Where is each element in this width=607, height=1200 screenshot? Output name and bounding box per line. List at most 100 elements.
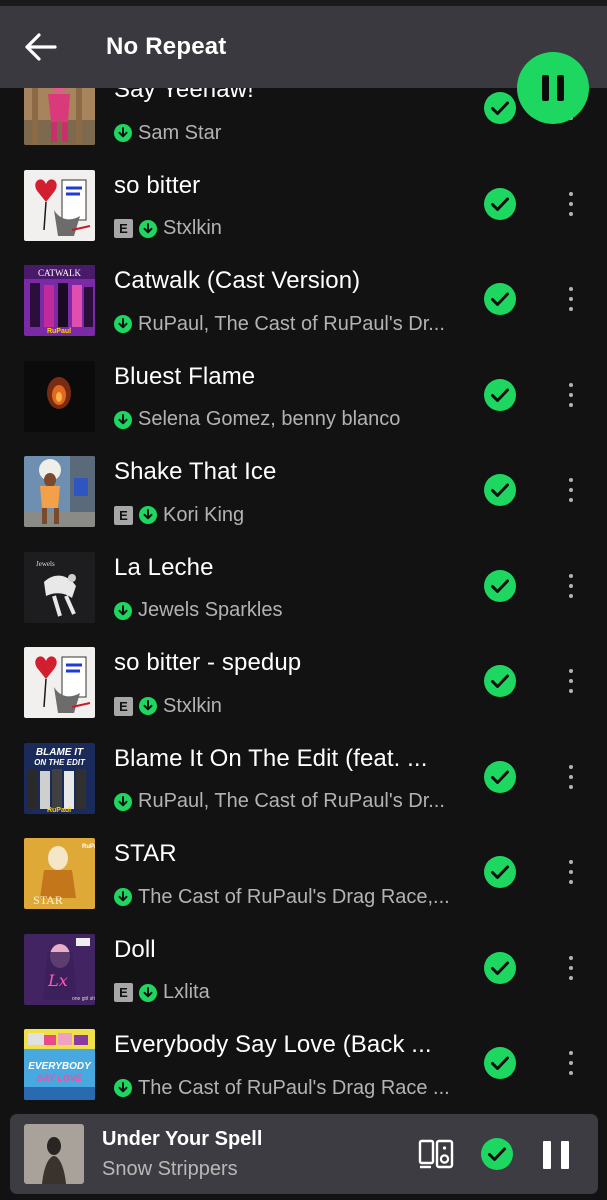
- track-title: so bitter - spedup: [114, 649, 302, 676]
- check-circle-icon[interactable]: [483, 473, 517, 507]
- track-subtitle: RuPaul, The Cast of RuPaul's Dr...: [114, 311, 445, 337]
- track-artist: The Cast of RuPaul's Drag Race ...: [138, 1076, 450, 1099]
- track-row[interactable]: BLAME IT ON THE EDIT RuPaul Blame It On The…: [0, 742, 607, 841]
- page-title: No Repeat: [106, 33, 227, 60]
- more-vertical-icon[interactable]: [556, 470, 586, 510]
- svg-text:CATWALK: CATWALK: [38, 268, 81, 278]
- more-vertical-icon[interactable]: [556, 1043, 586, 1083]
- pause-icon[interactable]: [543, 1141, 569, 1169]
- explicit-badge: E: [114, 983, 133, 1002]
- track-subtitle: Selena Gomez, benny blanco: [114, 407, 400, 433]
- track-title: Blame It On The Edit (feat. ...: [114, 744, 428, 772]
- more-vertical-icon[interactable]: [556, 948, 586, 988]
- album-art: Jewels: [24, 551, 95, 623]
- check-circle-icon[interactable]: [480, 1137, 514, 1171]
- check-circle-icon[interactable]: [483, 91, 517, 125]
- explicit-badge: E: [114, 696, 133, 716]
- check-circle-icon[interactable]: [483, 282, 517, 316]
- download-done-icon: [139, 219, 157, 238]
- track-subtitle: The Cast of RuPaul's Drag Race,...: [114, 884, 450, 910]
- svg-text:Lx: Lx: [47, 971, 68, 990]
- download-done-icon: [114, 1079, 132, 1097]
- album-art: [24, 456, 95, 527]
- track-row[interactable]: Lx one girl show Doll E Lxlita: [0, 933, 607, 1032]
- track-artist: Jewels Sparkles: [138, 599, 283, 621]
- track-subtitle: Jewels Sparkles: [114, 598, 283, 624]
- track-subtitle: RuPaul, The Cast of RuPaul's Dr...: [114, 789, 445, 815]
- check-circle-icon[interactable]: [483, 378, 517, 412]
- more-vertical-icon[interactable]: [556, 375, 586, 415]
- download-done-icon: [114, 601, 132, 620]
- track-row[interactable]: STAR RuPaul STAR The Cast of RuPaul's Drag …: [0, 838, 607, 936]
- svg-text:EVERYBODY: EVERYBODY: [28, 1061, 92, 1072]
- track-artist: RuPaul, The Cast of RuPaul's Dr...: [138, 790, 445, 812]
- pause-icon: [542, 75, 549, 101]
- track-title: Shake That Ice: [114, 458, 277, 485]
- track-subtitle: E Stxlkin: [114, 216, 222, 242]
- download-done-icon: [114, 888, 132, 906]
- download-done-icon: [114, 315, 132, 333]
- more-vertical-icon[interactable]: [556, 757, 586, 797]
- check-circle-icon[interactable]: [483, 760, 517, 794]
- track-title: so bitter: [114, 171, 201, 199]
- track-subtitle: E Lxlita: [114, 980, 210, 1006]
- album-art: STAR RuPaul: [24, 838, 95, 909]
- track-title: Everybody Say Love (Back ...: [114, 1031, 432, 1058]
- track-row[interactable]: Say Yeehaw! Sam Star: [0, 88, 607, 172]
- track-artist: Selena Gomez, benny blanco: [138, 408, 401, 430]
- more-vertical-icon[interactable]: [556, 566, 586, 606]
- now-playing-bar[interactable]: Under Your Spell Snow Strippers: [10, 1114, 598, 1194]
- device-speaker-icon[interactable]: [418, 1138, 454, 1170]
- track-title: La Leche: [114, 553, 214, 581]
- track-artist: The Cast of RuPaul's Drag Race,...: [138, 885, 450, 908]
- more-vertical-icon[interactable]: [556, 661, 586, 701]
- more-vertical-icon[interactable]: [556, 184, 586, 224]
- track-row[interactable]: Jewels La Leche Jewels Sparkles: [0, 551, 607, 650]
- back-button[interactable]: [0, 6, 80, 88]
- track-title: Bluest Flame: [114, 362, 256, 390]
- check-circle-icon[interactable]: [483, 187, 517, 221]
- now-playing-artist: Snow Strippers: [102, 1158, 238, 1180]
- more-vertical-icon[interactable]: [556, 852, 586, 892]
- track-title: Catwalk (Cast Version): [114, 267, 361, 294]
- svg-text:RuPaul: RuPaul: [47, 328, 71, 335]
- track-artist: Lxlita: [163, 981, 210, 1003]
- now-playing-artwork: [24, 1124, 84, 1184]
- check-circle-icon[interactable]: [483, 1046, 517, 1080]
- track-row[interactable]: Bluest Flame Selena Gomez, benny blanco: [0, 360, 607, 459]
- svg-text:RuPaul: RuPaul: [82, 844, 95, 850]
- svg-text:ON THE EDIT: ON THE EDIT: [34, 758, 86, 767]
- check-circle-icon[interactable]: [483, 951, 517, 985]
- track-subtitle: E Kori King: [114, 502, 244, 528]
- album-art: CATWALK RuPaul: [24, 265, 95, 336]
- check-circle-icon[interactable]: [483, 569, 517, 603]
- download-done-icon: [114, 410, 132, 429]
- track-title: Say Yeehaw!: [114, 88, 254, 103]
- track-row[interactable]: Shake That Ice E Kori King: [0, 456, 607, 554]
- check-circle-icon[interactable]: [483, 855, 517, 889]
- album-art: EVERYBODY SAY LOVE: [24, 1029, 95, 1100]
- track-artist: Sam Star: [138, 121, 222, 144]
- track-artist: Stxlkin: [163, 694, 222, 717]
- check-circle-icon[interactable]: [483, 664, 517, 698]
- download-done-icon: [139, 697, 157, 715]
- top-bar: No Repeat: [0, 6, 607, 88]
- album-art: BLAME IT ON THE EDIT RuPaul: [24, 742, 95, 814]
- explicit-badge: E: [114, 505, 133, 525]
- track-row[interactable]: so bitter E Stxlkin: [0, 169, 607, 268]
- track-row[interactable]: so bitter - spedup E Stxlkin: [0, 647, 607, 745]
- svg-text:one girl show: one girl show: [72, 996, 95, 1002]
- svg-text:RuPaul: RuPaul: [47, 807, 71, 814]
- bottom-edge: [0, 1194, 607, 1200]
- track-list[interactable]: Say Yeehaw! Sam Star so bitter E Stxlkin CATW…: [0, 88, 607, 1112]
- track-row[interactable]: EVERYBODY SAY LOVE Everybody Say Love (Bac…: [0, 1029, 607, 1112]
- svg-text:BLAME IT: BLAME IT: [36, 747, 84, 758]
- now-playing-title: Under Your Spell: [102, 1128, 263, 1150]
- play-pause-button[interactable]: [517, 52, 589, 124]
- download-done-icon: [139, 506, 157, 524]
- explicit-badge: E: [114, 219, 133, 238]
- track-row[interactable]: CATWALK RuPaul Catwalk (Cast Version) RuPau…: [0, 265, 607, 363]
- more-vertical-icon[interactable]: [556, 279, 586, 319]
- track-subtitle: The Cast of RuPaul's Drag Race ...: [114, 1075, 450, 1101]
- track-artist: Stxlkin: [163, 217, 222, 239]
